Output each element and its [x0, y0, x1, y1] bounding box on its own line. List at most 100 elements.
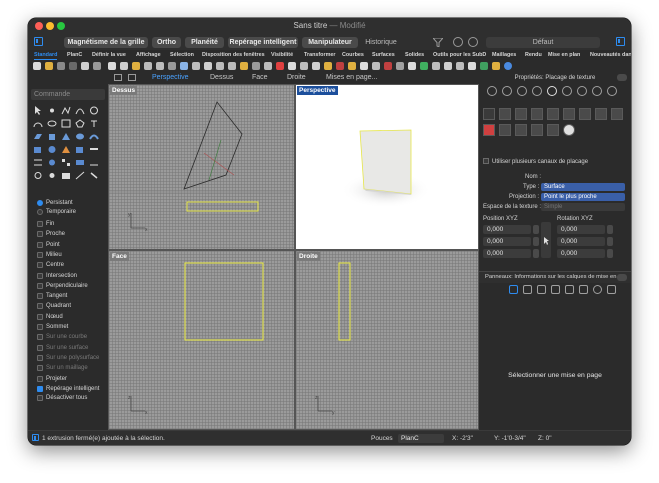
texture-space-select[interactable]: Simple [541, 203, 625, 211]
light-props-icon[interactable] [532, 86, 542, 96]
position-x-stepper[interactable] [533, 225, 539, 234]
type-select[interactable]: Surface [541, 183, 625, 191]
tab-render[interactable]: Rendu [525, 50, 542, 60]
disable-all-checkbox[interactable] [37, 395, 43, 401]
select-arrow-icon[interactable] [33, 106, 43, 115]
polyline-icon[interactable] [61, 106, 71, 115]
export-icon[interactable] [93, 62, 101, 70]
import-icon[interactable] [81, 62, 89, 70]
revolve-icon[interactable] [75, 132, 85, 141]
viewport-front[interactable]: z x Face [108, 250, 295, 430]
properties-icon[interactable] [372, 62, 380, 70]
osnap-checkbox[interactable] [37, 334, 43, 341]
array-icon[interactable] [61, 158, 71, 167]
light-tool-icon[interactable] [47, 171, 57, 180]
layer-selector[interactable]: Défaut [486, 37, 600, 48]
text-icon[interactable] [89, 119, 99, 128]
ortho-button[interactable]: Ortho [152, 37, 181, 48]
tab-drafting[interactable]: Mise en plan [548, 50, 580, 60]
sweep-icon[interactable] [89, 132, 99, 141]
osnap-checkbox[interactable] [37, 231, 43, 238]
tab-viewport-layout[interactable]: Disposition des fenêtres [202, 50, 265, 60]
viewtab-perspective[interactable]: Perspective [152, 73, 189, 83]
show-icon[interactable] [348, 62, 356, 70]
rotate-view-icon[interactable] [192, 62, 200, 70]
viewport-front-label[interactable]: Face [110, 252, 129, 261]
target-icon[interactable] [468, 37, 478, 47]
more-tools-icon[interactable] [89, 171, 99, 180]
rotation-z-stepper[interactable] [607, 249, 613, 258]
displacement-props-icon[interactable] [577, 86, 587, 96]
rotation-z-input[interactable]: 0,000 [557, 249, 605, 258]
viewtab-right[interactable]: Droite [287, 73, 306, 83]
material-props-icon[interactable] [502, 86, 512, 96]
osnap-checkbox[interactable] [37, 282, 43, 289]
viewport-top-label[interactable]: Dessus [110, 86, 138, 95]
search-panel-icon[interactable] [607, 285, 616, 294]
map-custom-icon[interactable] [595, 108, 607, 120]
curve-icon[interactable] [75, 106, 85, 115]
osnap-checkbox[interactable] [37, 324, 43, 330]
render-icon[interactable] [408, 62, 416, 70]
map-planar-icon[interactable] [483, 108, 495, 120]
viewtab-top[interactable]: Dessus [210, 73, 233, 83]
sphere-solid-icon[interactable] [47, 145, 57, 154]
new-file-icon[interactable] [33, 62, 41, 70]
rotation-x-stepper[interactable] [607, 225, 613, 234]
loft-icon[interactable] [61, 132, 71, 141]
layers-icon[interactable] [360, 62, 368, 70]
map-copy-icon[interactable] [499, 124, 511, 136]
boolean-icon[interactable] [61, 145, 71, 154]
osnap-checkbox[interactable] [37, 375, 43, 382]
tab-whats-new[interactable]: Nouveautés dans [590, 50, 631, 60]
map-match-icon[interactable] [531, 124, 543, 136]
red-tool-icon[interactable] [276, 62, 284, 70]
analyze-icon[interactable] [396, 62, 404, 70]
circle-icon[interactable] [89, 106, 99, 115]
rotation-x-input[interactable]: 0,000 [557, 225, 605, 234]
tab-standard[interactable]: Standard [34, 50, 58, 60]
tab-select[interactable]: Sélection [170, 50, 194, 60]
zoom-selected-icon[interactable] [240, 62, 248, 70]
map-unwrap-icon[interactable] [579, 108, 591, 120]
osnap-checkbox[interactable] [37, 385, 43, 392]
transform-icon[interactable] [47, 158, 57, 167]
move-icon[interactable] [264, 62, 272, 70]
layers-panel-icon[interactable] [523, 285, 532, 294]
osnap-checkbox[interactable] [37, 262, 43, 269]
dimension-icon[interactable] [33, 158, 43, 167]
osnap-checkbox[interactable] [37, 303, 43, 310]
map-surface-icon[interactable] [547, 108, 559, 120]
render-tool-icon[interactable] [33, 171, 43, 180]
environment-icon[interactable] [444, 62, 452, 70]
osnap-checkbox[interactable] [37, 354, 43, 361]
stack-panel-icon[interactable] [565, 285, 574, 294]
drafting-icon[interactable] [75, 171, 85, 180]
position-z-stepper[interactable] [533, 249, 539, 258]
map-shrink-icon[interactable] [563, 108, 575, 120]
viewport-perspective-label[interactable]: Perspective [297, 86, 338, 95]
extrude-icon[interactable] [47, 132, 57, 141]
material-icon[interactable] [384, 62, 392, 70]
rectangle-icon[interactable] [61, 119, 71, 128]
record-icon[interactable] [453, 37, 463, 47]
save-icon[interactable] [57, 62, 65, 70]
rotation-y-stepper[interactable] [607, 237, 613, 246]
map-paste-icon[interactable] [515, 124, 527, 136]
layout-info-icon[interactable] [509, 285, 518, 294]
projection-select[interactable]: Point le plus proche [541, 193, 625, 201]
smart-track-button[interactable]: Repérage intelligent [228, 37, 298, 48]
mesh-props-icon[interactable] [592, 86, 602, 96]
zoom-icon[interactable] [204, 62, 212, 70]
paste-icon[interactable] [132, 62, 140, 70]
osnap-checkbox[interactable] [37, 365, 43, 372]
filter-icon[interactable] [433, 38, 443, 47]
command-input[interactable]: Commande [31, 89, 105, 100]
hide-icon[interactable] [336, 62, 344, 70]
plugin-icon[interactable] [492, 62, 500, 70]
help-panel-icon[interactable] [593, 285, 602, 294]
cplane-icon[interactable] [300, 62, 308, 70]
lock-icon[interactable] [324, 62, 332, 70]
multi-channel-checkbox[interactable] [483, 158, 489, 165]
viewtab-layouts[interactable]: Mises en page... [326, 73, 377, 83]
